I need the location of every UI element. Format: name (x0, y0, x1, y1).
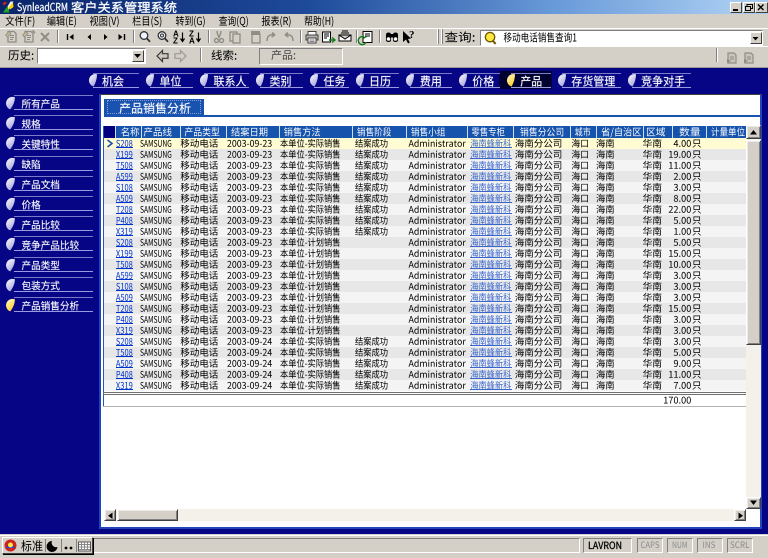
svg-text:Z: Z (173, 37, 178, 46)
svg-text:A: A (189, 37, 195, 46)
svg-text:?: ? (409, 29, 415, 41)
